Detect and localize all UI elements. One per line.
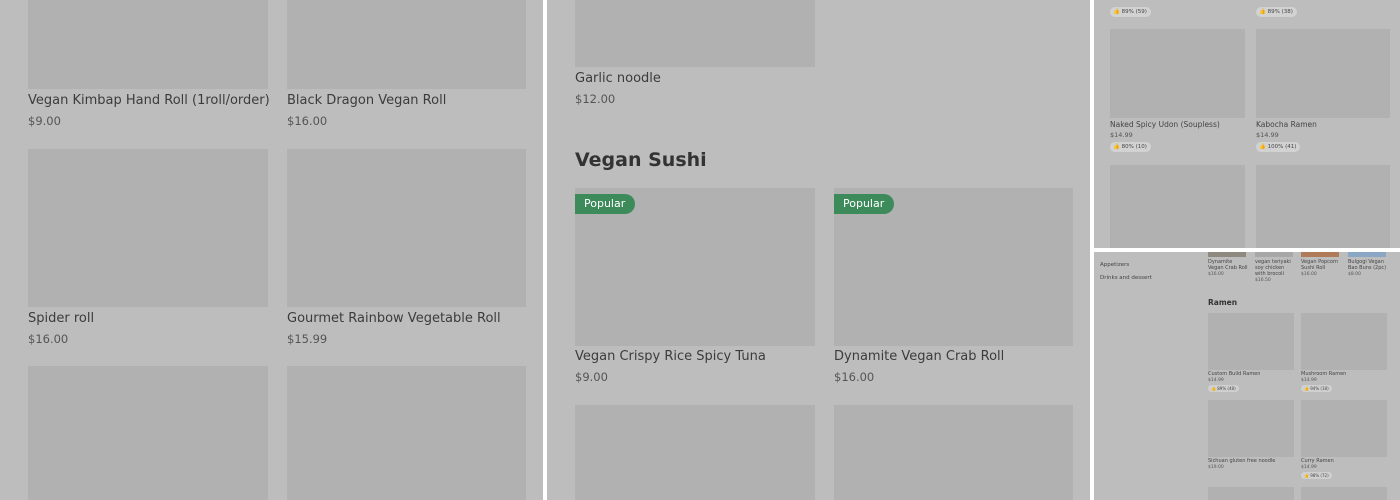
item-image-vegan-kimbap[interactable]	[28, 0, 268, 89]
rating-pill: 👍 98% (72)	[1301, 472, 1332, 479]
strip-item-price: $16.00	[1208, 272, 1224, 277]
middle-panel: Garlic noodle $12.00 Vegan Sushi Popular…	[547, 0, 1090, 500]
rating-pill: 👍 89% (59)	[1110, 7, 1151, 17]
item-image-naked-spicy-udon[interactable]	[1110, 29, 1245, 118]
rating-pill: 👍 89% (38)	[1256, 7, 1297, 17]
item-name[interactable]: Naked Spicy Udon (Soupless)	[1110, 120, 1220, 129]
item-name[interactable]: Sichuan gluten free noodle	[1208, 458, 1275, 464]
strip-item-name[interactable]: Vegan Popcorn Sushi Roll	[1301, 259, 1341, 271]
item-image-black-dragon[interactable]	[287, 0, 526, 89]
thumbs-up-icon: 👍	[1304, 473, 1309, 478]
category-link[interactable]: Drinks and dessert	[1100, 275, 1152, 281]
strip-item-price: $8.00	[1348, 272, 1361, 277]
strip-image[interactable]	[1208, 252, 1246, 257]
item-image-sichuan-noodle[interactable]	[1208, 400, 1294, 457]
item-price: $15.99	[287, 332, 328, 346]
item-image-curry-ramen[interactable]	[1301, 400, 1387, 457]
item-name[interactable]: Mushroom Ramen	[1301, 371, 1346, 377]
item-price: $14.99	[1301, 378, 1317, 383]
popular-badge: Popular	[834, 194, 895, 214]
item-image[interactable]	[287, 366, 526, 500]
item-image[interactable]	[28, 366, 268, 500]
rating-pill: 👍 89% (48)	[1208, 385, 1239, 392]
strip-image[interactable]	[1255, 252, 1293, 257]
rating-text: 89% (48)	[1217, 386, 1236, 391]
item-price: $14.99	[1301, 465, 1317, 470]
item-name[interactable]: Spider roll	[28, 311, 94, 326]
thumbs-up-icon: 👍	[1113, 144, 1120, 150]
rating-text: 89% (59)	[1121, 9, 1147, 15]
item-price: $14.99	[1110, 131, 1133, 139]
item-price: $9.00	[575, 370, 608, 384]
item-price: $19.00	[1208, 465, 1224, 470]
rating-pill: 👍 94% (18)	[1301, 385, 1332, 392]
item-name[interactable]: Custom Build Ramen	[1208, 371, 1260, 377]
strip-item-name[interactable]: Dynamite Vegan Crab Roll	[1208, 259, 1248, 271]
rating-text: 94% (18)	[1310, 386, 1329, 391]
strip-image[interactable]	[1301, 252, 1339, 257]
strip-item-price: $16.50	[1255, 278, 1271, 283]
item-image[interactable]	[575, 405, 815, 500]
item-image[interactable]	[1208, 487, 1294, 500]
item-price: $16.00	[287, 114, 328, 128]
item-image[interactable]	[834, 405, 1073, 500]
thumbs-up-icon: 👍	[1304, 386, 1309, 391]
popular-badge: Popular	[575, 194, 636, 214]
item-price: $16.00	[28, 332, 69, 346]
item-price: $14.99	[1256, 131, 1279, 139]
item-image[interactable]	[1301, 487, 1387, 500]
rating-text: 89% (38)	[1267, 9, 1293, 15]
item-name[interactable]: Garlic noodle	[575, 71, 661, 86]
rating-text: 100% (41)	[1267, 144, 1297, 150]
item-name[interactable]: Curry Ramen	[1301, 458, 1334, 464]
item-name[interactable]: Vegan Kimbap Hand Roll (1roll/order)	[28, 93, 270, 108]
thumbs-up-icon: 👍	[1259, 144, 1266, 150]
item-image-kabocha-ramen[interactable]	[1256, 29, 1390, 118]
item-image[interactable]	[1256, 165, 1390, 248]
thumbs-up-icon: 👍	[1211, 386, 1216, 391]
item-image[interactable]	[1110, 165, 1245, 248]
item-price: $16.00	[834, 370, 875, 384]
item-name[interactable]: Black Dragon Vegan Roll	[287, 93, 446, 108]
strip-item-name[interactable]: Bulgogi Vegan Bao Buns (2pc)	[1348, 259, 1390, 271]
category-link[interactable]: Appetizers	[1100, 262, 1129, 268]
rating-text: 80% (10)	[1121, 144, 1147, 150]
item-name[interactable]: Dynamite Vegan Crab Roll	[834, 349, 1004, 364]
rating-pill: 👍 80% (10)	[1110, 142, 1151, 152]
item-name[interactable]: Vegan Crispy Rice Spicy Tuna	[575, 349, 766, 364]
item-name[interactable]: Gourmet Rainbow Vegetable Roll	[287, 311, 501, 326]
section-title: Vegan Sushi	[575, 149, 707, 171]
item-price: $14.99	[1208, 378, 1224, 383]
top-right-panel: 👍 89% (59) 👍 89% (38) Naked Spicy Udon (…	[1094, 0, 1400, 248]
item-price: $12.00	[575, 92, 616, 106]
strip-image[interactable]	[1348, 252, 1386, 257]
left-panel: Vegan Kimbap Hand Roll (1roll/order) $9.…	[0, 0, 543, 500]
rating-pill: 👍 100% (41)	[1256, 142, 1301, 152]
rating-text: 98% (72)	[1310, 473, 1329, 478]
item-image-mushroom-ramen[interactable]	[1301, 313, 1387, 370]
strip-item-price: $16.00	[1301, 272, 1317, 277]
item-price: $9.00	[28, 114, 61, 128]
strip-item-name[interactable]: vegan teriyaki soy chicken with brocoli	[1255, 259, 1295, 277]
section-title: Ramen	[1208, 298, 1238, 307]
item-image-custom-ramen[interactable]	[1208, 313, 1294, 370]
thumbs-up-icon: 👍	[1113, 9, 1120, 15]
bottom-right-panel: Appetizers Drinks and dessert Dynamite V…	[1094, 252, 1400, 500]
thumbs-up-icon: 👍	[1259, 9, 1266, 15]
item-name[interactable]: Kabocha Ramen	[1256, 120, 1317, 129]
item-image-spider-roll[interactable]	[28, 149, 268, 307]
item-image-garlic-noodle[interactable]	[575, 0, 815, 67]
item-image-rainbow-roll[interactable]	[287, 149, 526, 307]
